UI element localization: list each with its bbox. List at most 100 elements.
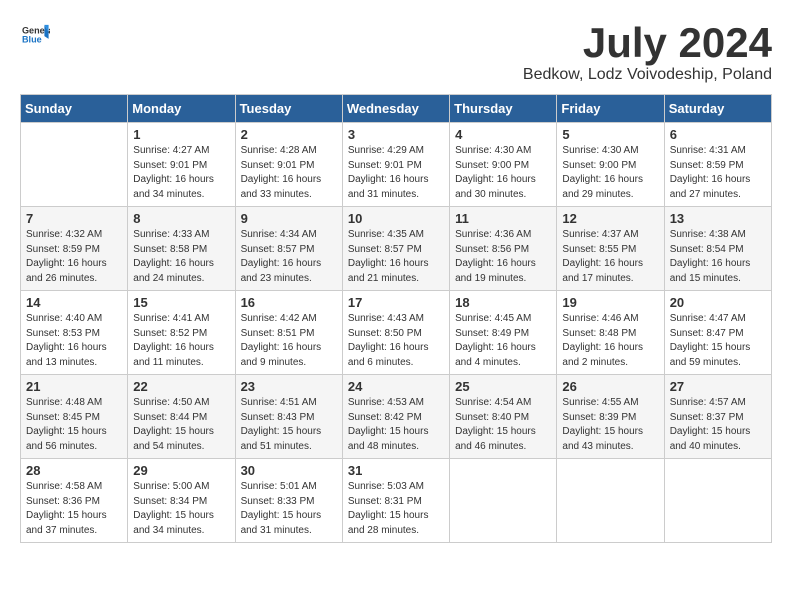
calendar-cell: 1 Sunrise: 4:27 AM Sunset: 9:01 PM Daylig… — [128, 123, 235, 207]
day-info: Sunrise: 4:47 AM Sunset: 8:47 PM Dayligh… — [670, 312, 766, 370]
logo: General Blue — [20, 20, 50, 53]
day-info: Sunrise: 4:50 AM Sunset: 8:44 PM Dayligh… — [133, 396, 229, 454]
svg-text:Blue: Blue — [22, 34, 42, 44]
calendar-body: 1 Sunrise: 4:27 AM Sunset: 9:01 PM Daylig… — [21, 123, 772, 543]
month-year-title: July 2024 — [523, 20, 772, 66]
day-number: 29 — [133, 463, 229, 478]
calendar-cell: 10Sunrise: 4:35 AM Sunset: 8:57 PM Dayli… — [342, 207, 449, 291]
calendar-table: SundayMondayTuesdayWednesdayThursdayFrid… — [20, 94, 772, 543]
calendar-header-wednesday: Wednesday — [342, 95, 449, 123]
calendar-cell: 8Sunrise: 4:33 AM Sunset: 8:58 PM Daylig… — [128, 207, 235, 291]
calendar-cell: 29 Sunrise: 5:00 AM Sunset: 8:34 PM Dayli… — [128, 459, 235, 543]
day-info: Sunrise: 4:48 AM Sunset: 8:45 PM Dayligh… — [26, 396, 122, 454]
calendar-cell: 11Sunrise: 4:36 AM Sunset: 8:56 PM Dayli… — [450, 207, 557, 291]
calendar-week-row: 28 Sunrise: 4:58 AM Sunset: 8:36 PM Dayli… — [21, 459, 772, 543]
day-number: 16 — [241, 295, 337, 310]
calendar-week-row: 1 Sunrise: 4:27 AM Sunset: 9:01 PM Daylig… — [21, 123, 772, 207]
day-info: Sunrise: 5:03 AM Sunset: 8:31 PM Dayligh… — [348, 480, 444, 538]
day-number: 18 — [455, 295, 551, 310]
calendar-cell — [21, 123, 128, 207]
calendar-cell: 27 Sunrise: 4:57 AM Sunset: 8:37 PM Dayli… — [664, 375, 771, 459]
location-subtitle: Bedkow, Lodz Voivodeship, Poland — [523, 66, 772, 84]
day-number: 24 — [348, 379, 444, 394]
day-number: 12 — [562, 211, 658, 226]
day-number: 1 — [133, 127, 229, 142]
calendar-cell: 23 Sunrise: 4:51 AM Sunset: 8:43 PM Dayli… — [235, 375, 342, 459]
calendar-cell: 16 Sunrise: 4:42 AM Sunset: 8:51 PM Dayli… — [235, 291, 342, 375]
day-info: Sunrise: 4:54 AM Sunset: 8:40 PM Dayligh… — [455, 396, 551, 454]
calendar-week-row: 21 Sunrise: 4:48 AM Sunset: 8:45 PM Dayli… — [21, 375, 772, 459]
day-number: 9 — [241, 211, 337, 226]
day-number: 7 — [26, 211, 122, 226]
calendar-header-monday: Monday — [128, 95, 235, 123]
calendar-header-thursday: Thursday — [450, 95, 557, 123]
day-info: Sunrise: 4:32 AM Sunset: 8:59 PM Dayligh… — [26, 228, 122, 286]
title-area: July 2024 Bedkow, Lodz Voivodeship, Pola… — [523, 20, 772, 84]
day-number: 30 — [241, 463, 337, 478]
calendar-cell: 7 Sunrise: 4:32 AM Sunset: 8:59 PM Daylig… — [21, 207, 128, 291]
day-info: Sunrise: 4:36 AM Sunset: 8:56 PM Dayligh… — [455, 228, 551, 286]
day-info: Sunrise: 4:37 AM Sunset: 8:55 PM Dayligh… — [562, 228, 658, 286]
day-number: 26 — [562, 379, 658, 394]
day-number: 8 — [133, 211, 229, 226]
day-number: 17 — [348, 295, 444, 310]
calendar-cell — [450, 459, 557, 543]
calendar-cell: 19 Sunrise: 4:46 AM Sunset: 8:48 PM Dayli… — [557, 291, 664, 375]
calendar-cell: 13Sunrise: 4:38 AM Sunset: 8:54 PM Dayli… — [664, 207, 771, 291]
day-info: Sunrise: 5:00 AM Sunset: 8:34 PM Dayligh… — [133, 480, 229, 538]
calendar-header-row: SundayMondayTuesdayWednesdayThursdayFrid… — [21, 95, 772, 123]
calendar-cell: 21 Sunrise: 4:48 AM Sunset: 8:45 PM Dayli… — [21, 375, 128, 459]
day-info: Sunrise: 4:57 AM Sunset: 8:37 PM Dayligh… — [670, 396, 766, 454]
day-info: Sunrise: 4:27 AM Sunset: 9:01 PM Dayligh… — [133, 144, 229, 202]
day-number: 4 — [455, 127, 551, 142]
day-info: Sunrise: 4:51 AM Sunset: 8:43 PM Dayligh… — [241, 396, 337, 454]
calendar-cell: 6 Sunrise: 4:31 AM Sunset: 8:59 PM Daylig… — [664, 123, 771, 207]
day-info: Sunrise: 4:28 AM Sunset: 9:01 PM Dayligh… — [241, 144, 337, 202]
day-info: Sunrise: 4:53 AM Sunset: 8:42 PM Dayligh… — [348, 396, 444, 454]
day-number: 15 — [133, 295, 229, 310]
day-number: 14 — [26, 295, 122, 310]
day-number: 25 — [455, 379, 551, 394]
calendar-cell: 14Sunrise: 4:40 AM Sunset: 8:53 PM Dayli… — [21, 291, 128, 375]
day-info: Sunrise: 4:41 AM Sunset: 8:52 PM Dayligh… — [133, 312, 229, 370]
calendar-header-sunday: Sunday — [21, 95, 128, 123]
calendar-cell: 30 Sunrise: 5:01 AM Sunset: 8:33 PM Dayli… — [235, 459, 342, 543]
day-number: 6 — [670, 127, 766, 142]
day-number: 5 — [562, 127, 658, 142]
day-number: 20 — [670, 295, 766, 310]
day-number: 19 — [562, 295, 658, 310]
calendar-header-tuesday: Tuesday — [235, 95, 342, 123]
header: General Blue July 2024 Bedkow, Lodz Voiv… — [20, 20, 772, 84]
day-info: Sunrise: 5:01 AM Sunset: 8:33 PM Dayligh… — [241, 480, 337, 538]
day-number: 22 — [133, 379, 229, 394]
day-number: 23 — [241, 379, 337, 394]
day-number: 21 — [26, 379, 122, 394]
calendar-week-row: 7 Sunrise: 4:32 AM Sunset: 8:59 PM Daylig… — [21, 207, 772, 291]
day-info: Sunrise: 4:55 AM Sunset: 8:39 PM Dayligh… — [562, 396, 658, 454]
calendar-cell: 28 Sunrise: 4:58 AM Sunset: 8:36 PM Dayli… — [21, 459, 128, 543]
day-number: 2 — [241, 127, 337, 142]
day-info: Sunrise: 4:46 AM Sunset: 8:48 PM Dayligh… — [562, 312, 658, 370]
calendar-cell: 26 Sunrise: 4:55 AM Sunset: 8:39 PM Dayli… — [557, 375, 664, 459]
day-info: Sunrise: 4:31 AM Sunset: 8:59 PM Dayligh… — [670, 144, 766, 202]
calendar-week-row: 14Sunrise: 4:40 AM Sunset: 8:53 PM Dayli… — [21, 291, 772, 375]
day-info: Sunrise: 4:42 AM Sunset: 8:51 PM Dayligh… — [241, 312, 337, 370]
day-number: 27 — [670, 379, 766, 394]
calendar-cell: 12 Sunrise: 4:37 AM Sunset: 8:55 PM Dayli… — [557, 207, 664, 291]
day-info: Sunrise: 4:45 AM Sunset: 8:49 PM Dayligh… — [455, 312, 551, 370]
calendar-cell: 3Sunrise: 4:29 AM Sunset: 9:01 PM Daylig… — [342, 123, 449, 207]
day-info: Sunrise: 4:30 AM Sunset: 9:00 PM Dayligh… — [562, 144, 658, 202]
calendar-cell: 5 Sunrise: 4:30 AM Sunset: 9:00 PM Daylig… — [557, 123, 664, 207]
calendar-cell: 24 Sunrise: 4:53 AM Sunset: 8:42 PM Dayli… — [342, 375, 449, 459]
day-number: 13 — [670, 211, 766, 226]
calendar-cell: 20 Sunrise: 4:47 AM Sunset: 8:47 PM Dayli… — [664, 291, 771, 375]
day-info: Sunrise: 4:35 AM Sunset: 8:57 PM Dayligh… — [348, 228, 444, 286]
calendar-cell: 25 Sunrise: 4:54 AM Sunset: 8:40 PM Dayli… — [450, 375, 557, 459]
day-number: 31 — [348, 463, 444, 478]
calendar-cell — [557, 459, 664, 543]
calendar-cell: 9Sunrise: 4:34 AM Sunset: 8:57 PM Daylig… — [235, 207, 342, 291]
day-number: 28 — [26, 463, 122, 478]
day-info: Sunrise: 4:58 AM Sunset: 8:36 PM Dayligh… — [26, 480, 122, 538]
calendar-cell: 15 Sunrise: 4:41 AM Sunset: 8:52 PM Dayli… — [128, 291, 235, 375]
day-number: 3 — [348, 127, 444, 142]
